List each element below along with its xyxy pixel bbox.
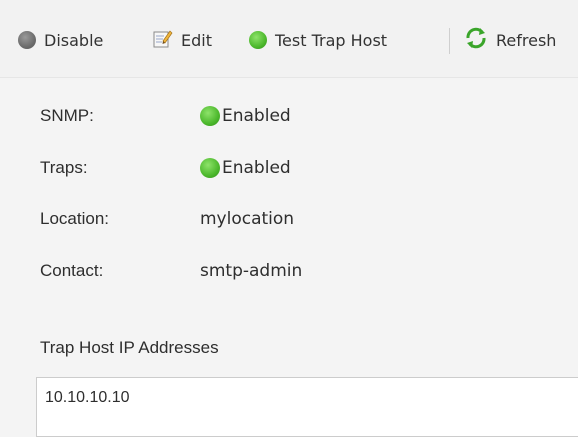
traps-value: Enabled bbox=[200, 158, 291, 178]
contact-label: Contact: bbox=[40, 261, 104, 280]
refresh-label: Refresh bbox=[496, 30, 557, 50]
green-circle-icon bbox=[249, 31, 267, 49]
traps-label: Traps: bbox=[40, 158, 88, 177]
property-row-location: Location: mylocation bbox=[0, 209, 578, 233]
property-row-contact: Contact: smtp-admin bbox=[0, 261, 578, 285]
trap-host-item[interactable]: 10.10.10.10 bbox=[45, 389, 130, 407]
edit-pencil-icon bbox=[151, 27, 173, 53]
green-status-icon bbox=[200, 106, 220, 126]
property-row-snmp: SNMP: Enabled bbox=[0, 106, 578, 130]
location-label: Location: bbox=[40, 209, 109, 228]
location-value: mylocation bbox=[200, 209, 295, 229]
test-trap-host-button[interactable]: Test Trap Host bbox=[249, 26, 387, 54]
green-status-icon bbox=[200, 158, 220, 178]
toolbar: Disable Edit Test Trap Host Refresh bbox=[0, 0, 578, 78]
disable-button[interactable]: Disable bbox=[18, 26, 103, 54]
trap-host-list[interactable]: 10.10.10.10 bbox=[36, 377, 578, 437]
disable-label: Disable bbox=[44, 30, 104, 50]
snmp-status-text: Enabled bbox=[222, 106, 291, 126]
test-trap-host-label: Test Trap Host bbox=[275, 30, 388, 50]
contact-value: smtp-admin bbox=[200, 261, 303, 281]
refresh-arrows-icon bbox=[464, 26, 488, 54]
snmp-label: SNMP: bbox=[40, 106, 94, 125]
edit-label: Edit bbox=[181, 30, 212, 50]
toolbar-separator bbox=[449, 28, 450, 54]
traps-status-text: Enabled bbox=[222, 158, 291, 178]
trap-host-section-title: Trap Host IP Addresses bbox=[40, 338, 219, 357]
gray-circle-icon bbox=[18, 31, 36, 49]
property-row-traps: Traps: Enabled bbox=[0, 158, 578, 182]
refresh-button[interactable]: Refresh bbox=[464, 26, 556, 54]
edit-button[interactable]: Edit bbox=[151, 26, 212, 54]
snmp-value: Enabled bbox=[200, 106, 291, 126]
